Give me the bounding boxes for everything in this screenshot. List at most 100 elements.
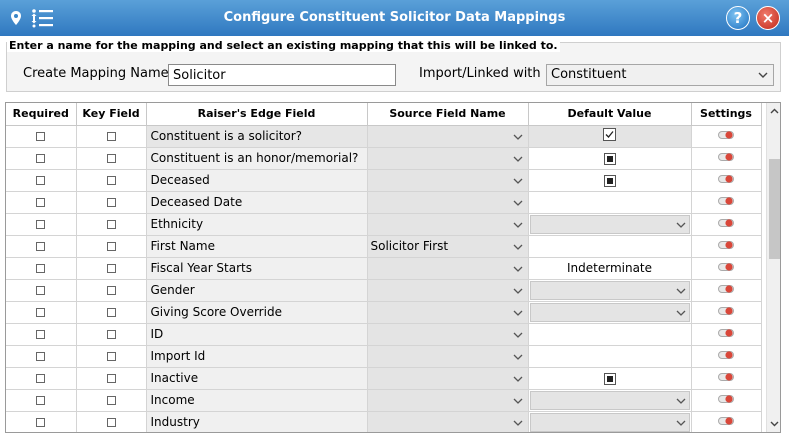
required-checkbox[interactable] <box>36 374 46 383</box>
source-field-dropdown[interactable] <box>366 388 529 412</box>
settings-toggle-icon[interactable] <box>718 306 734 316</box>
close-button[interactable]: × <box>756 6 780 30</box>
settings-toggle-icon[interactable] <box>718 262 734 272</box>
key-field-checkbox[interactable] <box>106 264 116 273</box>
header-key-field[interactable]: Key Field <box>75 103 147 126</box>
key-field-checkbox[interactable] <box>106 132 116 141</box>
settings-toggle-icon[interactable] <box>718 196 734 206</box>
settings-toggle-icon[interactable] <box>718 218 734 228</box>
header-settings[interactable]: Settings <box>690 103 762 126</box>
source-field-dropdown[interactable] <box>366 322 529 346</box>
default-value-cell[interactable] <box>527 366 692 390</box>
key-field-checkbox[interactable] <box>106 308 116 317</box>
settings-toggle-icon[interactable] <box>718 394 734 404</box>
key-field-checkbox[interactable] <box>106 176 116 185</box>
key-field-checkbox[interactable] <box>106 220 116 229</box>
required-checkbox[interactable] <box>36 264 46 273</box>
source-field-dropdown[interactable] <box>366 190 529 214</box>
default-value-cell[interactable]: Indeterminate <box>527 256 692 280</box>
source-field-dropdown[interactable] <box>366 256 529 280</box>
default-value-dropdown[interactable] <box>529 390 690 410</box>
settings-toggle-icon[interactable] <box>718 240 734 250</box>
required-checkbox[interactable] <box>36 220 46 229</box>
default-value-dropdown[interactable] <box>529 302 690 322</box>
scroll-up-icon[interactable] <box>767 103 781 120</box>
default-value-cell[interactable] <box>527 168 692 192</box>
required-checkbox[interactable] <box>36 352 46 361</box>
header-raisers-edge-field[interactable]: Raiser's Edge Field <box>145 103 368 126</box>
default-checkbox[interactable] <box>603 152 616 165</box>
mapping-name-input[interactable] <box>168 64 396 86</box>
settings-toggle-icon[interactable] <box>718 284 734 294</box>
source-field-dropdown[interactable] <box>366 278 529 302</box>
default-value-cell[interactable] <box>527 212 692 236</box>
source-field-dropdown[interactable] <box>366 344 529 368</box>
settings-toggle-icon[interactable] <box>718 152 734 162</box>
settings-toggle-icon[interactable] <box>718 372 734 382</box>
header-source-field-name[interactable]: Source Field Name <box>366 103 529 126</box>
table-row: Industry <box>6 410 762 432</box>
required-checkbox[interactable] <box>36 330 46 339</box>
default-value-dropdown[interactable] <box>529 412 690 432</box>
header-default-value[interactable]: Default Value <box>527 103 692 126</box>
required-checkbox[interactable] <box>36 242 46 251</box>
default-value-dropdown[interactable] <box>529 214 690 234</box>
vertical-scrollbar[interactable] <box>766 103 781 432</box>
default-checkbox[interactable] <box>603 372 616 385</box>
required-checkbox[interactable] <box>36 308 46 317</box>
settings-toggle-icon[interactable] <box>718 416 734 426</box>
source-field-dropdown[interactable] <box>366 300 529 324</box>
key-field-cell <box>75 146 147 170</box>
checkmark-icon[interactable] <box>603 128 616 141</box>
source-field-dropdown[interactable] <box>366 410 529 432</box>
default-value-cell[interactable] <box>527 300 692 324</box>
default-value-cell[interactable] <box>527 124 692 148</box>
scroll-down-icon[interactable] <box>767 415 781 432</box>
default-value-cell[interactable] <box>527 190 692 214</box>
required-checkbox[interactable] <box>36 176 46 185</box>
source-field-dropdown[interactable] <box>366 124 529 148</box>
key-field-checkbox[interactable] <box>106 374 116 383</box>
key-field-checkbox[interactable] <box>106 396 116 405</box>
required-checkbox[interactable] <box>36 154 46 163</box>
default-value-cell[interactable] <box>527 322 692 346</box>
key-field-checkbox[interactable] <box>106 330 116 339</box>
required-checkbox[interactable] <box>36 132 46 141</box>
chevron-down-icon <box>513 354 522 360</box>
source-field-dropdown[interactable] <box>366 212 529 236</box>
settings-toggle-icon[interactable] <box>718 328 734 338</box>
default-value-cell[interactable] <box>527 234 692 258</box>
key-field-checkbox[interactable] <box>106 352 116 361</box>
key-field-checkbox[interactable] <box>106 286 116 295</box>
scrollbar-thumb[interactable] <box>769 159 780 259</box>
required-checkbox[interactable] <box>36 286 46 295</box>
source-field-dropdown[interactable] <box>366 146 529 170</box>
default-value-cell[interactable] <box>527 388 692 412</box>
settings-toggle-icon[interactable] <box>718 130 734 140</box>
required-checkbox[interactable] <box>36 396 46 405</box>
import-linked-select[interactable]: Constituent <box>546 64 774 86</box>
required-checkbox[interactable] <box>36 198 46 207</box>
source-field-dropdown[interactable] <box>366 168 529 192</box>
key-field-checkbox[interactable] <box>106 154 116 163</box>
key-field-checkbox[interactable] <box>106 198 116 207</box>
source-field-dropdown[interactable] <box>366 366 529 390</box>
default-value-dropdown[interactable] <box>529 280 690 300</box>
settings-toggle-icon[interactable] <box>718 174 734 184</box>
key-field-checkbox[interactable] <box>106 242 116 251</box>
source-field-dropdown[interactable]: Solicitor First <box>366 234 529 258</box>
required-cell <box>6 146 77 170</box>
table-header-row: Required Key Field Raiser's Edge Field S… <box>6 103 762 126</box>
default-checkbox[interactable] <box>603 174 616 187</box>
header-required[interactable]: Required <box>6 103 77 126</box>
default-value-cell[interactable] <box>527 278 692 302</box>
default-value-cell[interactable] <box>527 146 692 170</box>
default-value-cell[interactable] <box>527 344 692 368</box>
help-button[interactable]: ? <box>726 6 750 30</box>
default-value-cell[interactable] <box>527 410 692 432</box>
required-cell <box>6 168 77 192</box>
required-checkbox[interactable] <box>36 418 46 427</box>
settings-toggle-icon[interactable] <box>718 350 734 360</box>
settings-cell <box>690 410 762 432</box>
key-field-checkbox[interactable] <box>106 418 116 427</box>
